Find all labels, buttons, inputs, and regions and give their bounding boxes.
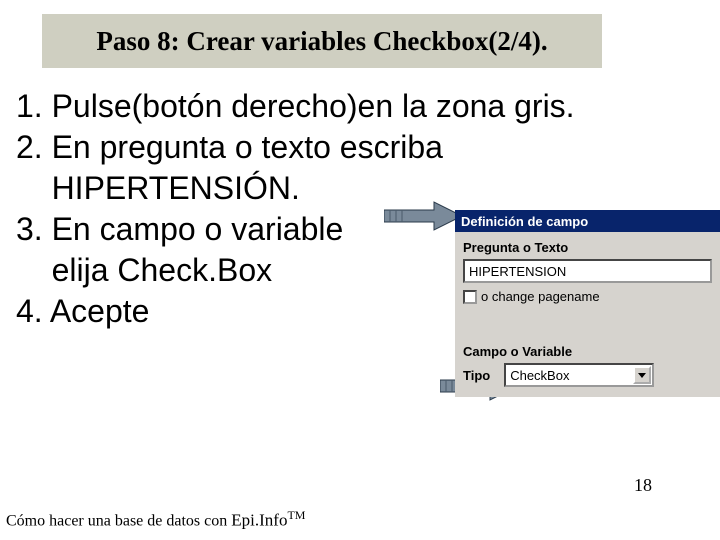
question-input[interactable] — [463, 259, 712, 283]
dialog-titlebar: Definición de campo — [455, 210, 720, 232]
title-band: Paso 8: Crear variables Checkbox(2/4). — [42, 14, 602, 68]
field-definition-dialog: Definición de campo Pregunta o Texto o c… — [455, 210, 720, 397]
tipo-dropdown[interactable]: CheckBox — [504, 363, 654, 387]
step-1: 1. Pulse(botón derecho)en la zona gris. — [16, 86, 706, 127]
footer-prefix: Cómo hacer una base de datos con — [6, 512, 231, 529]
pagename-text: o change pagename — [481, 289, 600, 304]
dropdown-button[interactable] — [633, 366, 651, 384]
step-2a: 2. En pregunta o texto escriba — [16, 127, 706, 168]
arrow-to-question — [384, 200, 464, 232]
footer-tm: TM — [287, 508, 305, 522]
pagename-checkbox[interactable] — [463, 290, 477, 304]
slide-number: 18 — [634, 475, 652, 496]
dialog-body: Pregunta o Texto o change pagename Campo… — [455, 232, 720, 397]
step-2b: HIPERTENSIÓN. — [16, 168, 706, 209]
dialog-title: Definición de campo — [461, 214, 588, 229]
question-label: Pregunta o Texto — [463, 240, 712, 255]
chevron-down-icon — [638, 373, 646, 378]
slide-title: Paso 8: Crear variables Checkbox(2/4). — [96, 26, 547, 57]
tipo-value: CheckBox — [510, 368, 569, 383]
field-label: Campo o Variable — [463, 344, 712, 359]
footer-brand: Epi.Info — [231, 510, 287, 529]
footer: Cómo hacer una base de datos con Epi.Inf… — [6, 508, 305, 530]
tipo-label: Tipo — [463, 368, 490, 383]
